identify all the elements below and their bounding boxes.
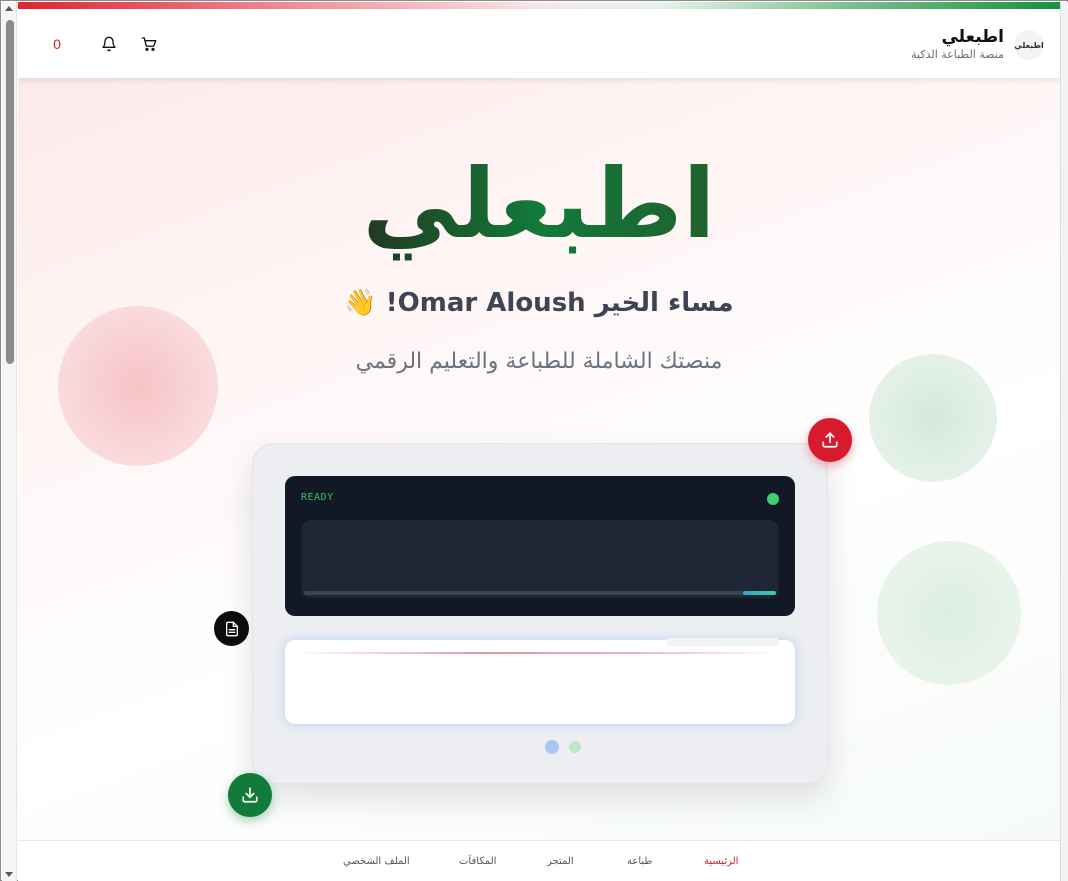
upload-icon [822,432,838,448]
status-led-icon [767,493,779,505]
indicator-dot [545,740,559,754]
nav-item-store[interactable]: المتجر [547,856,574,867]
notifications-button[interactable] [98,33,120,55]
brand-logo: اطبعلي [1014,30,1044,60]
vertical-scrollbar[interactable] [2,2,17,881]
indicator-dot [569,741,581,753]
window-right-edge [1060,2,1068,881]
scroll-down-arrow-icon[interactable] [5,872,13,877]
nav-item-profile[interactable]: الملف الشخصي [343,856,410,867]
nav-item-print[interactable]: طباعة [627,856,652,867]
bottom-navigation: الرئيسية طباعة المتجر المكافآت الملف الش… [18,840,1060,881]
print-progress-fill [742,591,776,595]
paper-feed-line [293,652,779,654]
app-root: اطبعلي اطبعلي منصة الطباعة الذكية 0 اطبع… [18,2,1060,881]
printer-illustration: READY [252,443,828,784]
scroll-up-arrow-icon[interactable] [5,6,13,11]
download-icon [242,787,258,803]
scroll-thumb[interactable] [6,20,14,364]
greeting: مساء الخير Omar Aloush! 👋 [344,288,734,318]
printer-screen: READY [285,476,795,616]
hero-subtitle: منصتك الشاملة للطباعة والتعليم الرقمي [355,349,723,374]
printer-display-panel [301,520,779,598]
brand-text: اطبعلي منصة الطباعة الذكية [911,27,1004,63]
points-counter[interactable]: 0 [46,33,68,55]
brand-name: اطبعلي [941,27,1004,47]
paper-tray [285,638,795,724]
decorative-red-circle [58,306,218,466]
document-icon [225,621,238,636]
nav-item-rewards[interactable]: المكافآت [459,856,496,867]
printer-indicator-dots [545,740,581,754]
cart-button[interactable] [138,33,160,55]
app-header: اطبعلي اطبعلي منصة الطباعة الذكية 0 [18,9,1060,78]
header-actions: 0 [18,9,218,78]
paper-sheet [667,638,779,646]
printer-status: READY [301,492,334,503]
hero-section: اطبعلي مساء الخير Omar Aloush! 👋 منصتك ا… [18,78,1060,840]
nav-item-home[interactable]: الرئيسية [704,856,738,867]
download-button[interactable] [228,773,272,817]
print-progress-track [304,591,776,595]
brand[interactable]: اطبعلي اطبعلي منصة الطباعة الذكية [911,25,1044,65]
brand-tagline: منصة الطباعة الذكية [911,48,1004,61]
hero-title: اطبعلي [18,144,1060,264]
upload-button[interactable] [808,418,852,462]
points-value: 0 [53,36,61,52]
bell-icon [102,36,116,52]
browser-window: اطبعلي اطبعلي منصة الطباعة الذكية 0 اطبع… [0,0,1068,881]
decorative-green-circle [877,541,1021,685]
cart-icon [141,37,157,51]
brand-color-stripe [18,2,1060,9]
document-button[interactable] [214,611,249,646]
